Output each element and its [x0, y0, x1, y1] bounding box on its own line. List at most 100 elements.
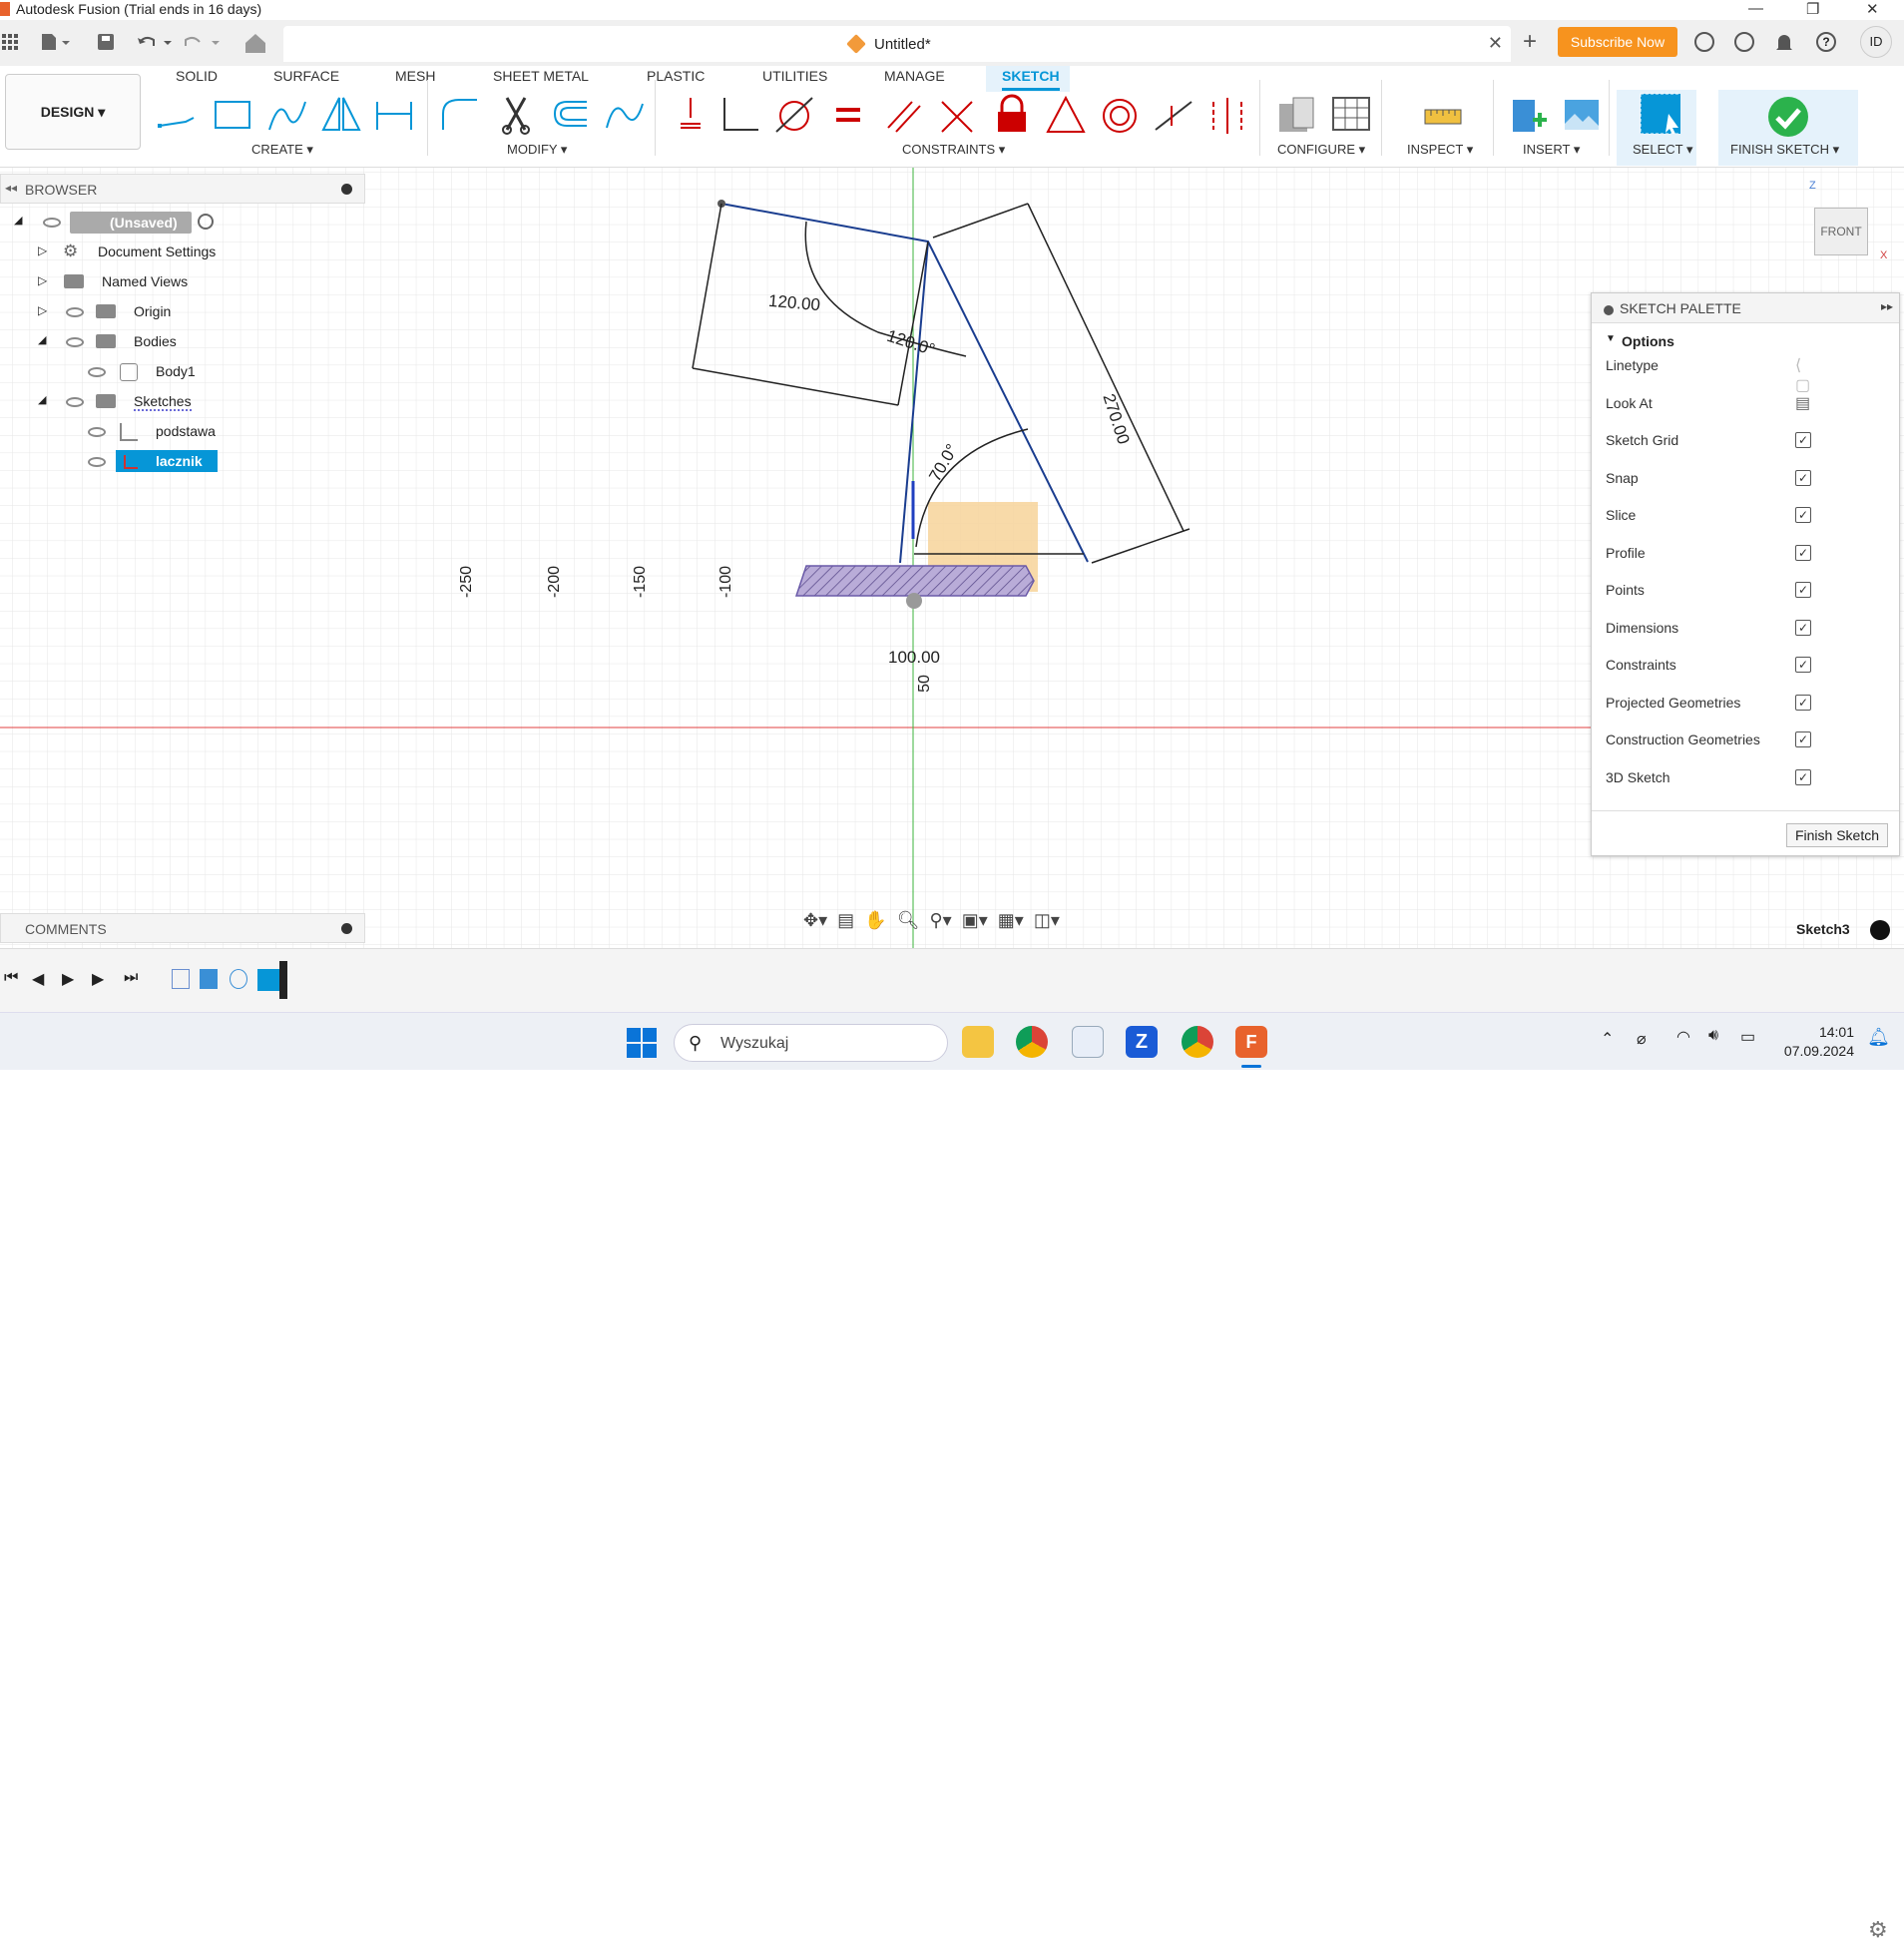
tree-named-views[interactable]: Named Views [102, 273, 188, 289]
network-off-icon[interactable]: ⌀ [1637, 1029, 1647, 1049]
tab-solid[interactable]: SOLID [176, 68, 218, 84]
tree-bodies[interactable]: Bodies [134, 333, 177, 349]
step-forward-icon[interactable]: ▶︎ [92, 969, 104, 989]
insert-menu[interactable]: INSERT ▾ [1523, 142, 1580, 158]
comments-panel[interactable]: COMMENTS [0, 913, 365, 943]
fillet-icon[interactable] [439, 94, 481, 136]
undo-icon[interactable] [136, 32, 176, 52]
points-checkbox[interactable]: ✓ [1795, 582, 1811, 598]
timeline-feature-icon[interactable] [230, 969, 247, 989]
dimensions-checkbox[interactable]: ✓ [1795, 620, 1811, 636]
chrome-icon[interactable] [1016, 1026, 1048, 1058]
projected-checkbox[interactable]: ✓ [1795, 695, 1811, 711]
dimension-icon[interactable] [373, 94, 415, 136]
close-tab-button[interactable]: ✕ [1488, 33, 1503, 54]
timeline-marker[interactable] [279, 961, 287, 999]
zoom-app-icon[interactable]: Z [1126, 1026, 1158, 1058]
visibility-eye-icon[interactable] [88, 367, 106, 377]
timeline-sketch-icon[interactable] [172, 969, 190, 989]
expand-icon[interactable]: ▷ [38, 303, 47, 317]
document-tab[interactable]: Untitled* ✕ [283, 26, 1511, 62]
curve-icon[interactable] [603, 94, 645, 136]
visibility-eye-icon[interactable] [66, 307, 84, 317]
tree-sketches[interactable]: Sketches [134, 393, 192, 411]
fusion-app-icon[interactable]: F [1235, 1026, 1267, 1058]
construction-checkbox[interactable]: ✓ [1795, 731, 1811, 747]
midpoint-icon[interactable] [1152, 94, 1193, 136]
app-grid-icon[interactable] [2, 34, 18, 50]
equal-icon[interactable] [826, 94, 868, 136]
minimize-button[interactable]: — [1748, 0, 1763, 17]
tab-mesh[interactable]: MESH [395, 68, 435, 84]
dim-label-100[interactable]: 100.00 [888, 648, 940, 668]
save-icon[interactable] [96, 32, 116, 52]
tree-podstawa[interactable]: podstawa [156, 423, 216, 439]
look-at-icon[interactable]: ▤ [1795, 393, 1810, 413]
visibility-eye-icon[interactable] [66, 397, 84, 407]
tab-utilities[interactable]: UTILITIES [762, 68, 827, 84]
visibility-eye-icon[interactable] [88, 457, 106, 467]
insert-image-icon[interactable] [1561, 94, 1603, 136]
timeline-active-sketch-icon[interactable] [257, 969, 279, 991]
grid-settings-icon[interactable]: ▦▾ [998, 910, 1024, 930]
display-settings-icon[interactable]: ▣▾ [962, 910, 988, 930]
finish-sketch-icon[interactable] [1767, 96, 1809, 138]
linetype-icon[interactable]: ⟨ ▢ [1795, 355, 1810, 395]
configure-icon[interactable] [1275, 94, 1317, 136]
add-comment-icon[interactable] [341, 923, 352, 934]
pan-icon[interactable]: ✋ [864, 910, 886, 930]
tab-sketch[interactable]: SKETCH [1002, 68, 1060, 91]
maximize-button[interactable]: ❐ [1806, 0, 1819, 18]
redo-icon[interactable] [184, 32, 224, 52]
expand-panel-icon[interactable]: ▸▸ [1881, 299, 1893, 313]
finish-sketch-menu[interactable]: FINISH SKETCH ▾ [1730, 142, 1839, 158]
job-status-icon[interactable] [1734, 32, 1754, 52]
tab-manage[interactable]: MANAGE [884, 68, 945, 84]
zoom-icon[interactable]: 🔍︎ [897, 910, 920, 930]
tray-chevron-icon[interactable]: ⌃ [1601, 1029, 1614, 1049]
play-icon[interactable]: ▶ [62, 969, 74, 989]
step-back-icon[interactable]: ◀ [32, 969, 44, 989]
file-menu-icon[interactable] [40, 32, 70, 52]
slice-checkbox[interactable]: ✓ [1795, 507, 1811, 523]
constraints-menu[interactable]: CONSTRAINTS ▾ [902, 142, 1005, 158]
table-icon[interactable] [1329, 94, 1371, 136]
windows-start-icon[interactable] [627, 1028, 657, 1058]
tab-sheet-metal[interactable]: SHEET METAL [493, 68, 589, 84]
collapse-icon[interactable]: ◢ [38, 393, 46, 406]
create-menu[interactable]: CREATE ▾ [251, 142, 313, 158]
visibility-eye-icon[interactable] [88, 427, 106, 437]
timeline-extrude-icon[interactable] [200, 969, 218, 989]
sketch-status-icon[interactable] [1870, 920, 1890, 940]
horizontal-vertical-icon[interactable] [1205, 94, 1247, 136]
mirror-icon[interactable] [319, 94, 361, 136]
chrome-profile-icon[interactable] [1182, 1026, 1213, 1058]
snap-checkbox[interactable]: ✓ [1795, 470, 1811, 486]
fix-icon[interactable] [990, 94, 1032, 136]
rectangle-icon[interactable] [212, 94, 253, 136]
wifi-icon[interactable]: ◠ [1676, 1027, 1690, 1047]
inspect-menu[interactable]: INSPECT ▾ [1407, 142, 1473, 158]
options-section-header[interactable]: ▼ Options [1592, 323, 1899, 349]
viewports-icon[interactable]: ◫▾ [1034, 910, 1060, 930]
visibility-eye-icon[interactable] [66, 337, 84, 347]
insert-derive-icon[interactable] [1509, 94, 1551, 136]
visibility-eye-icon[interactable] [43, 218, 61, 228]
3d-sketch-checkbox[interactable]: ✓ [1795, 769, 1811, 785]
system-clock[interactable]: 14:01 07.09.2024 [1784, 1023, 1854, 1061]
orbit-icon[interactable]: ✥▾ [803, 910, 827, 930]
zoom-window-icon[interactable]: ⚲▾ [929, 910, 951, 930]
palette-header[interactable]: SKETCH PALETTE ▸▸ [1592, 293, 1899, 323]
activate-radio-icon[interactable] [198, 214, 214, 230]
tab-surface[interactable]: SURFACE [273, 68, 339, 84]
go-to-end-icon[interactable]: ⏭ [124, 969, 138, 987]
pin-icon[interactable] [341, 184, 352, 195]
expand-icon[interactable]: ▷ [38, 273, 47, 287]
browser-panel-header[interactable]: ◂◂ BROWSER [0, 174, 365, 204]
tangent-icon[interactable] [772, 94, 814, 136]
battery-icon[interactable]: ▭ [1740, 1027, 1755, 1047]
line-icon[interactable] [156, 94, 198, 136]
collinear-icon[interactable] [936, 94, 978, 136]
configure-menu[interactable]: CONFIGURE ▾ [1277, 142, 1365, 158]
file-explorer-icon[interactable] [962, 1026, 994, 1058]
